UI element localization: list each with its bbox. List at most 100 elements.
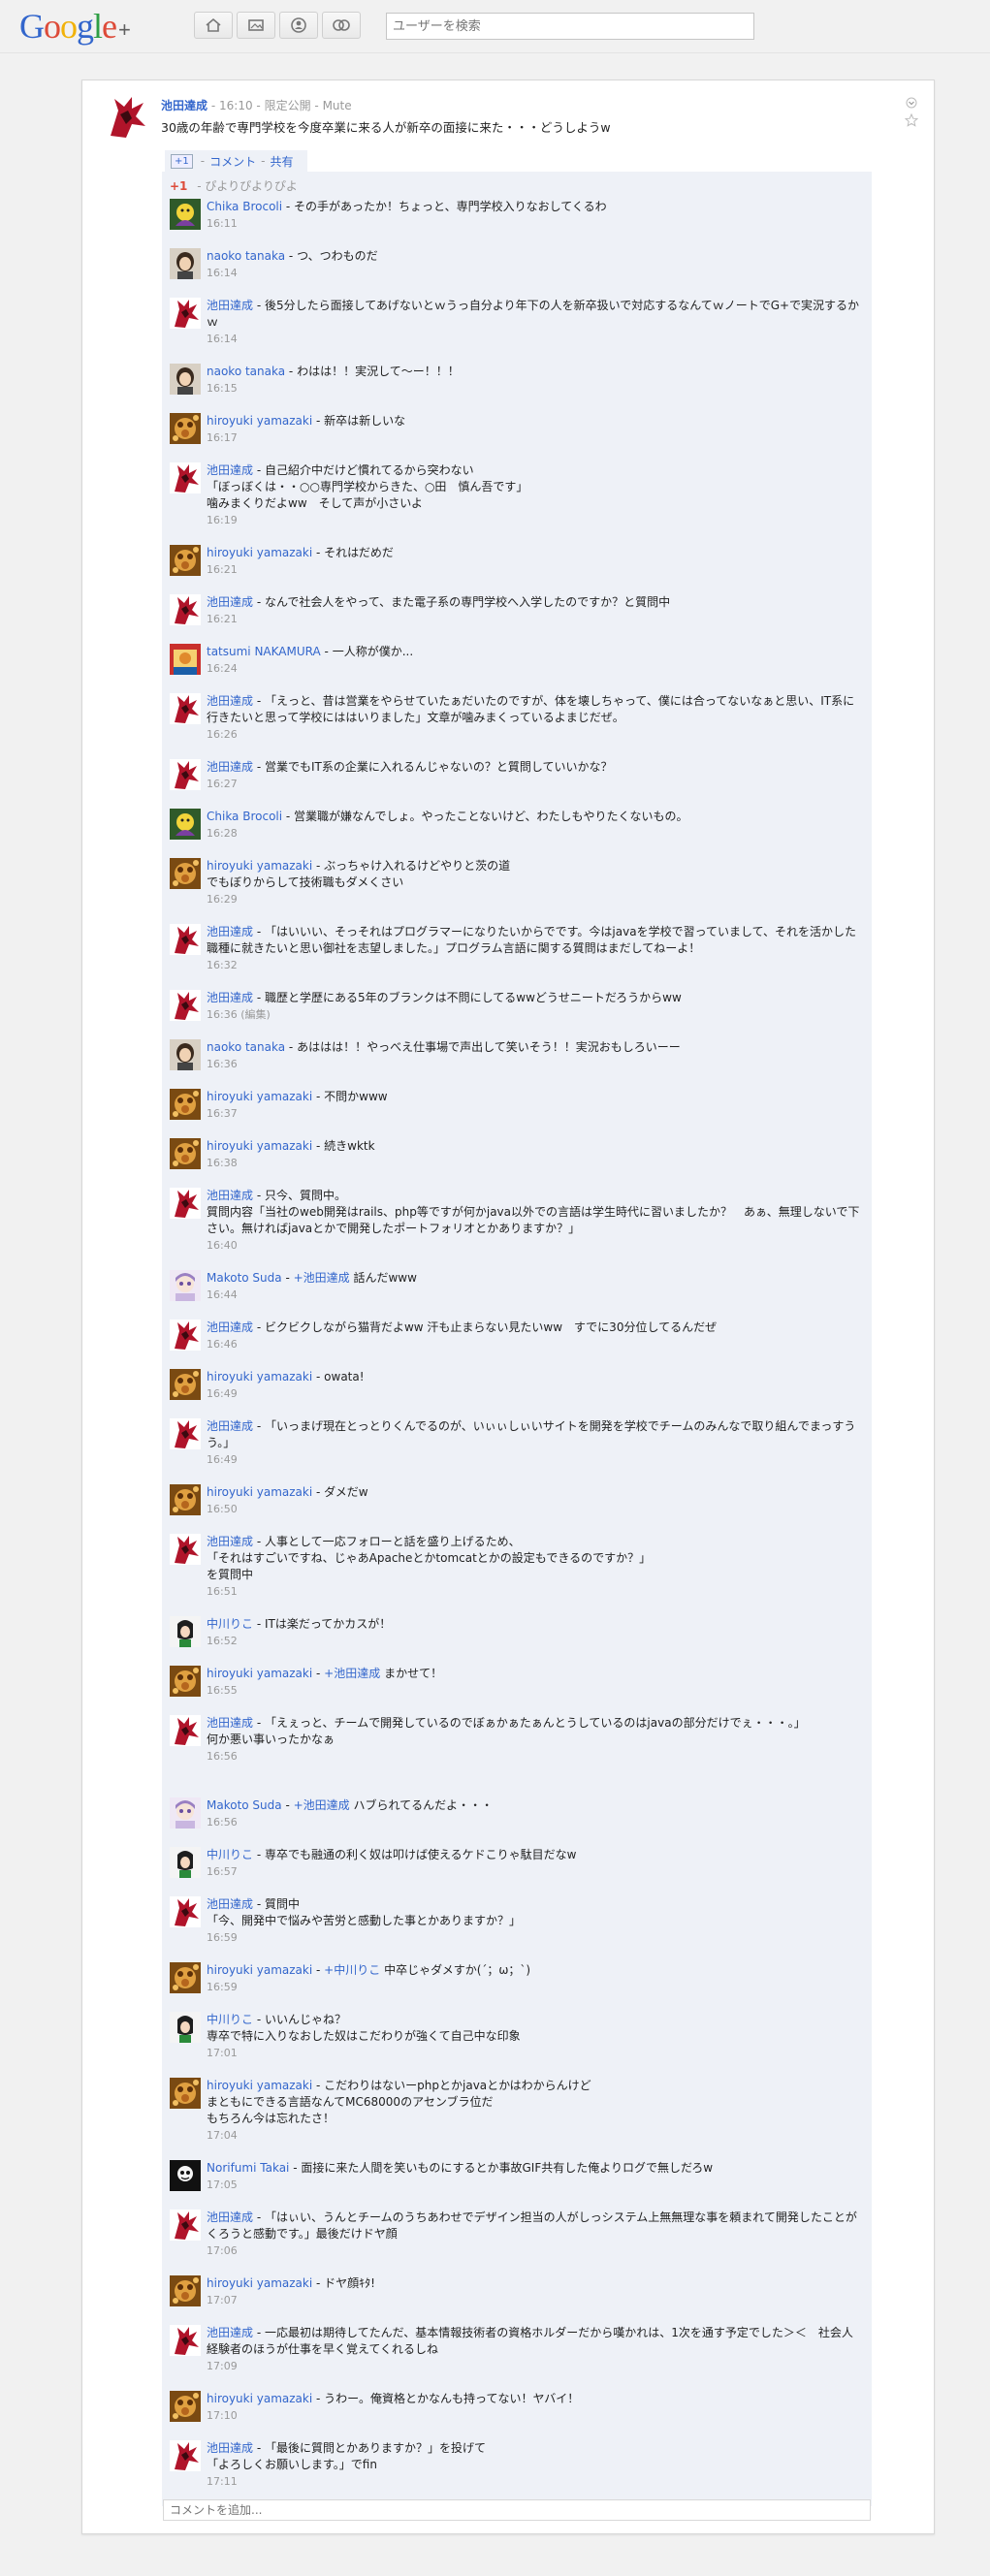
comment-author[interactable]: 池田達成 xyxy=(207,463,253,477)
avatar[interactable] xyxy=(170,1797,201,1829)
home-icon[interactable] xyxy=(194,12,233,39)
avatar[interactable] xyxy=(170,1320,201,1351)
comment-time[interactable]: 17:05 xyxy=(207,2177,864,2193)
avatar[interactable] xyxy=(170,2440,201,2471)
avatar[interactable] xyxy=(170,1418,201,1449)
comment-author[interactable]: 池田達成 xyxy=(207,1189,253,1202)
comment-author[interactable]: hiroyuki yamazaki xyxy=(207,2392,312,2405)
comment-time[interactable]: 16:19 xyxy=(207,512,864,528)
comment-time[interactable]: 16:59 xyxy=(207,1929,864,1946)
comment-author[interactable]: 池田達成 xyxy=(207,1419,253,1433)
google-plus-logo[interactable]: Google+ xyxy=(19,5,131,48)
comment-time[interactable]: 16:21 xyxy=(207,561,864,578)
comment-time[interactable]: 16:36 xyxy=(207,1056,864,1072)
comment-time[interactable]: 16:26 xyxy=(207,726,864,743)
avatar[interactable] xyxy=(170,1039,201,1070)
comment-author[interactable]: hiroyuki yamazaki xyxy=(207,2079,312,2092)
comment-time[interactable]: 16:59 xyxy=(207,1979,864,1995)
comment-time[interactable]: 16:29 xyxy=(207,891,864,907)
comment-time[interactable]: 16:14 xyxy=(207,331,864,347)
avatar[interactable] xyxy=(170,594,201,625)
comment-time[interactable]: 16:15 xyxy=(207,380,864,397)
avatar[interactable] xyxy=(170,364,201,395)
circles-icon[interactable] xyxy=(322,12,361,39)
comment-author[interactable]: Chika Brocoli xyxy=(207,810,282,823)
comment-author[interactable]: naoko tanaka xyxy=(207,249,285,263)
comment-author[interactable]: Makoto Suda xyxy=(207,1271,282,1285)
comment-author[interactable]: naoko tanaka xyxy=(207,1040,285,1054)
avatar[interactable] xyxy=(170,413,201,444)
mention-link[interactable]: +中川りこ xyxy=(324,1963,380,1977)
comment-author[interactable]: 池田達成 xyxy=(207,1716,253,1730)
share-link[interactable]: 共有 xyxy=(270,153,293,170)
comment-author[interactable]: 池田達成 xyxy=(207,595,253,609)
comment-author[interactable]: 池田達成 xyxy=(207,991,253,1004)
search-input[interactable] xyxy=(386,13,754,40)
comment-author[interactable]: hiroyuki yamazaki xyxy=(207,1139,312,1153)
comment-time[interactable]: 16:38 xyxy=(207,1155,864,1171)
post-time[interactable]: 16:10 xyxy=(219,99,253,112)
comment-author[interactable]: 中川りこ xyxy=(207,1617,253,1631)
comment-author[interactable]: hiroyuki yamazaki xyxy=(207,859,312,873)
post-visibility[interactable]: 限定公開 xyxy=(265,99,311,112)
comment-time[interactable]: 16:21 xyxy=(207,611,864,627)
comment-time[interactable]: 17:10 xyxy=(207,2407,864,2424)
comment-author[interactable]: 池田達成 xyxy=(207,2210,253,2224)
comment-time[interactable]: 16:46 xyxy=(207,1336,864,1352)
avatar[interactable] xyxy=(170,809,201,840)
avatar[interactable] xyxy=(170,924,201,955)
comment-time[interactable]: 16:49 xyxy=(207,1451,864,1468)
comment-time[interactable]: 17:06 xyxy=(207,2242,864,2259)
comment-author[interactable]: hiroyuki yamazaki xyxy=(207,414,312,428)
plus-ones-label[interactable]: +1 xyxy=(170,179,187,193)
comment-author[interactable]: 池田達成 xyxy=(207,760,253,774)
comment-author[interactable]: 池田達成 xyxy=(207,694,253,708)
comment-author[interactable]: 池田達成 xyxy=(207,2441,253,2455)
comment-author[interactable]: Chika Brocoli xyxy=(207,200,282,213)
comment-time[interactable]: 16:40 xyxy=(207,1237,864,1254)
comment-author[interactable]: Makoto Suda xyxy=(207,1798,282,1812)
comment-author[interactable]: naoko tanaka xyxy=(207,365,285,378)
comment-time[interactable]: 16:51 xyxy=(207,1583,864,1600)
comment-time[interactable]: 16:11 xyxy=(207,215,864,232)
avatar[interactable] xyxy=(170,759,201,790)
comment-time[interactable]: 16:56 xyxy=(207,1814,864,1830)
avatar[interactable] xyxy=(170,2160,201,2191)
chevron-down-icon[interactable] xyxy=(905,96,918,113)
avatar[interactable] xyxy=(170,1369,201,1400)
comment-time[interactable]: 16:50 xyxy=(207,1501,864,1517)
avatar[interactable] xyxy=(170,1188,201,1219)
plus-ones-names[interactable]: ぴよりぴよりぴよ xyxy=(205,179,298,193)
comment-time[interactable]: 16:27 xyxy=(207,776,864,792)
avatar[interactable] xyxy=(170,298,201,329)
avatar[interactable] xyxy=(170,693,201,724)
comment-time[interactable]: 16:57 xyxy=(207,1863,864,1880)
photos-icon[interactable] xyxy=(237,12,275,39)
mention-link[interactable]: +池田達成 xyxy=(294,1798,350,1812)
comment-author[interactable]: 池田達成 xyxy=(207,1897,253,1911)
avatar[interactable] xyxy=(170,2012,201,2043)
comment-author[interactable]: hiroyuki yamazaki xyxy=(207,2276,312,2290)
avatar[interactable] xyxy=(170,1715,201,1746)
comment-time[interactable]: 16:36 (編集) xyxy=(207,1006,864,1023)
comment-time[interactable]: 17:07 xyxy=(207,2292,864,2308)
comment-author[interactable]: 池田達成 xyxy=(207,299,253,312)
comment-author[interactable]: hiroyuki yamazaki xyxy=(207,1485,312,1499)
avatar[interactable] xyxy=(170,990,201,1021)
comment-author[interactable]: Norifumi Takai xyxy=(207,2161,289,2175)
comment-author[interactable]: 池田達成 xyxy=(207,925,253,938)
profile-icon[interactable] xyxy=(279,12,318,39)
mention-link[interactable]: +池田達成 xyxy=(294,1271,350,1285)
comment-author[interactable]: 池田達成 xyxy=(207,2326,253,2339)
plus-one-button[interactable]: +1 xyxy=(171,153,193,169)
comment-time[interactable]: 17:01 xyxy=(207,2045,864,2061)
avatar[interactable] xyxy=(170,2391,201,2422)
avatar[interactable] xyxy=(170,545,201,576)
avatar[interactable] xyxy=(170,1138,201,1169)
comment-time[interactable]: 17:11 xyxy=(207,2473,864,2490)
comment-link[interactable]: コメント xyxy=(209,153,256,170)
avatar[interactable] xyxy=(170,2275,201,2306)
comment-author[interactable]: hiroyuki yamazaki xyxy=(207,1090,312,1103)
comment-author[interactable]: hiroyuki yamazaki xyxy=(207,546,312,559)
avatar[interactable] xyxy=(170,199,201,230)
